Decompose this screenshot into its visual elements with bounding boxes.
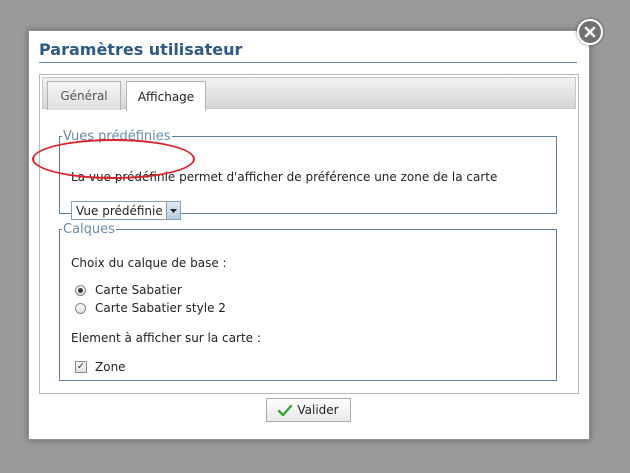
user-settings-dialog: Paramètres utilisateur Général Affichage…	[28, 30, 590, 440]
tab-general[interactable]: Général	[47, 81, 121, 110]
title-divider	[39, 62, 577, 63]
validate-button[interactable]: Valider	[266, 398, 351, 422]
radio-carte-sabatier-style-2[interactable]	[75, 303, 86, 314]
checkmark-icon	[278, 404, 293, 416]
checkbox-zone-label[interactable]: Zone	[95, 360, 126, 374]
tab-affichage-label: Affichage	[137, 89, 195, 104]
radio-carte-sabatier-style-2-label[interactable]: Carte Sabatier style 2	[95, 301, 226, 315]
layers-legend: Calques	[63, 222, 115, 237]
tab-bar: Général Affichage	[42, 77, 576, 111]
close-button[interactable]	[577, 19, 603, 45]
radio-carte-sabatier-label[interactable]: Carte Sabatier	[95, 283, 182, 297]
tabs-panel: Général Affichage Vues prédéfinies La vu…	[39, 74, 579, 394]
predefined-view-select[interactable]: Vue prédéfinie	[71, 201, 181, 220]
display-elements-label: Element à afficher sur la carte :	[71, 331, 261, 345]
dialog-title: Paramètres utilisateur	[39, 40, 243, 59]
tab-general-label: Général	[60, 89, 108, 103]
predefined-view-select-value: Vue prédéfinie	[76, 203, 163, 218]
base-layer-label: Choix du calque de base :	[71, 256, 227, 270]
close-icon	[584, 26, 596, 38]
validate-button-label: Valider	[297, 403, 339, 417]
chevron-down-icon[interactable]	[165, 202, 180, 219]
annotation-highlight-ellipse	[32, 139, 195, 179]
layers-section: Calques Choix du calque de base : Carte …	[59, 222, 557, 381]
tab-affichage[interactable]: Affichage	[126, 81, 206, 111]
checkbox-zone[interactable]: ✓	[75, 361, 87, 373]
radio-carte-sabatier[interactable]	[75, 285, 86, 296]
